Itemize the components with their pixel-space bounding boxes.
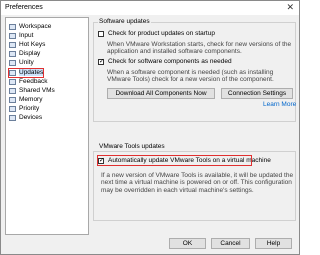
sidebar-item-label: Devices — [19, 114, 43, 121]
priority-icon — [9, 105, 16, 112]
sidebar-item-feedback[interactable]: Feedback — [9, 77, 48, 86]
input-icon — [9, 32, 16, 39]
sidebar-item-memory[interactable]: Memory — [9, 95, 42, 104]
connection-settings-button[interactable]: Connection Settings — [221, 88, 293, 99]
auto-update-description: If a new version of VMware Tools is avai… — [101, 172, 294, 194]
check-startup-row[interactable]: Check for product updates on startup — [98, 30, 215, 37]
shared-vms-icon — [9, 87, 16, 94]
sidebar-item-label: Display — [19, 50, 41, 57]
sidebar-item-unity[interactable]: Unity — [9, 58, 34, 67]
check-components-checkbox[interactable] — [98, 57, 104, 65]
download-all-button[interactable]: Download All Components Now — [107, 88, 215, 99]
devices-icon — [9, 114, 16, 121]
keyboard-icon — [9, 41, 16, 48]
ok-button[interactable]: OK — [169, 238, 206, 249]
check-components-label: Check for software components as needed — [108, 58, 232, 65]
display-icon — [9, 50, 16, 57]
check-components-description: When a software component is needed (suc… — [107, 69, 274, 84]
memory-icon — [9, 96, 16, 103]
sidebar-item-label: Shared VMs — [19, 87, 55, 94]
sidebar-item-label: Hot Keys — [19, 41, 46, 48]
preferences-sidebar: Workspace Input Hot Keys Display Unity U… — [5, 17, 89, 235]
sidebar-item-shared-vms[interactable]: Shared VMs — [9, 86, 55, 95]
updates-panel: Software updates Check for product updat… — [93, 15, 298, 233]
check-startup-checkbox[interactable] — [98, 30, 104, 37]
sidebar-item-label: Workspace — [19, 23, 52, 30]
check-startup-label: Check for product updates on startup — [108, 30, 215, 37]
preferences-window: Preferences ✕ Workspace Input Hot Keys D… — [0, 0, 300, 255]
close-icon[interactable]: ✕ — [286, 2, 294, 12]
workspace-icon — [9, 23, 16, 30]
sidebar-item-label: Memory — [19, 96, 43, 103]
learn-more-link[interactable]: Learn More — [263, 101, 296, 108]
sidebar-item-hot-keys[interactable]: Hot Keys — [9, 40, 45, 49]
unity-icon — [9, 59, 16, 66]
sidebar-item-label: Unity — [19, 59, 34, 66]
sidebar-item-devices[interactable]: Devices — [9, 113, 42, 122]
cancel-button[interactable]: Cancel — [211, 238, 250, 249]
title-bar: Preferences ✕ — [1, 1, 299, 15]
help-button[interactable]: Help — [255, 238, 292, 249]
sidebar-item-display[interactable]: Display — [9, 49, 40, 58]
check-components-row[interactable]: Check for software components as needed — [98, 57, 232, 65]
software-updates-title: Software updates — [98, 18, 151, 25]
dialog-footer: OK Cancel Help — [91, 238, 298, 253]
sidebar-item-label: Input — [19, 32, 34, 39]
sidebar-item-label: Feedback — [19, 78, 48, 85]
sidebar-item-priority[interactable]: Priority — [9, 104, 39, 113]
auto-update-highlight-box — [97, 155, 252, 166]
sidebar-item-workspace[interactable]: Workspace — [9, 22, 51, 31]
sidebar-item-input[interactable]: Input — [9, 31, 33, 40]
vmware-tools-title: VMware Tools updates — [99, 143, 165, 150]
sidebar-item-label: Priority — [19, 105, 40, 112]
feedback-icon — [9, 78, 16, 85]
check-startup-description: When VMware Workstation starts, check fo… — [107, 41, 292, 56]
window-title: Preferences — [5, 4, 43, 11]
